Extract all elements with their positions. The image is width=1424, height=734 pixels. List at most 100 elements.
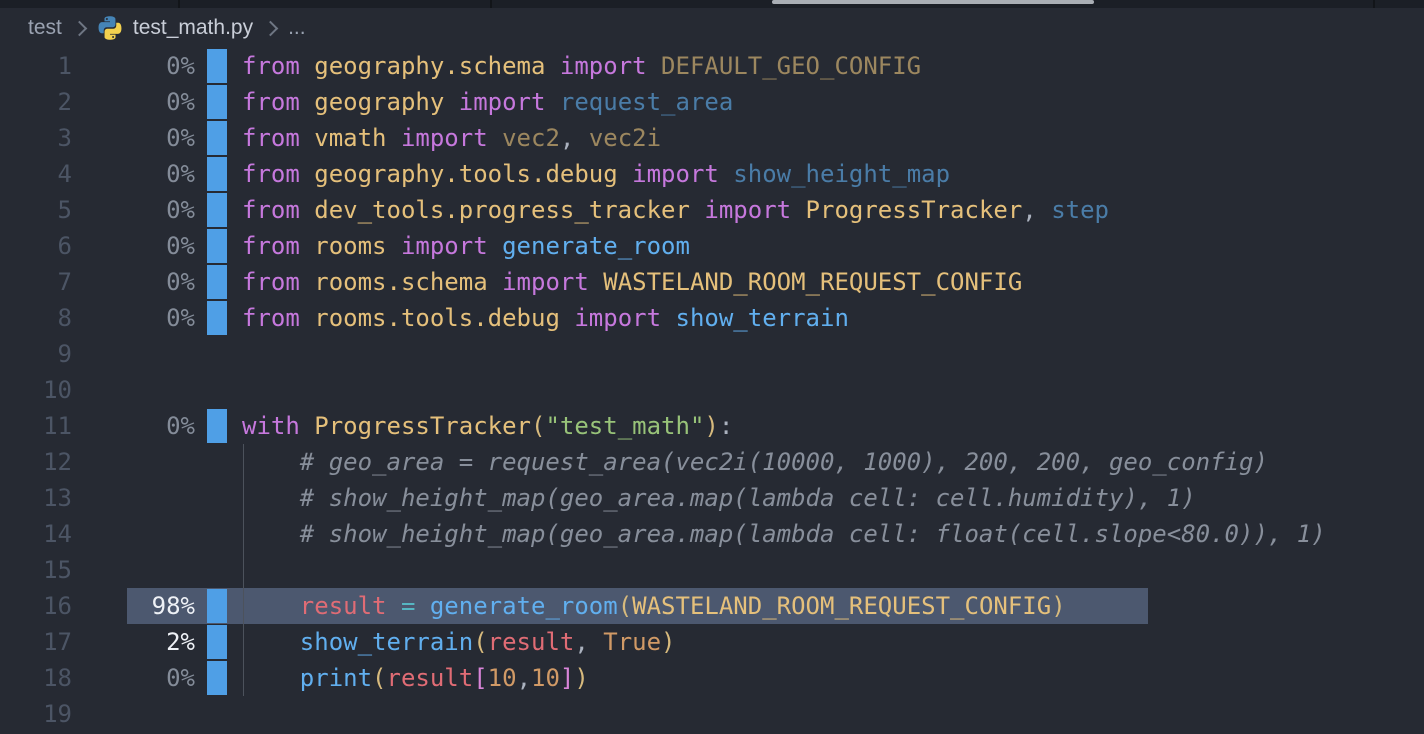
code-token: import [401,232,488,260]
code-line[interactable]: 70%from rooms.schema import WASTELAND_RO… [0,264,1424,300]
gutter-line-number[interactable]: 16 [0,588,72,624]
code-token: import [574,304,661,332]
code-token [242,592,300,620]
code-line[interactable]: 14 # show_height_map(geo_area.map(lambda… [0,516,1424,552]
code-token [300,196,314,224]
gutter-line-number[interactable]: 9 [0,336,72,372]
code-line[interactable]: 30%from vmath import vec2, vec2i [0,120,1424,156]
code-token [300,124,314,152]
code-text: show_terrain(result, True) [242,624,1424,660]
gutter-line-number[interactable]: 12 [0,444,72,480]
code-token: result [387,664,474,692]
gutter-line-number[interactable]: 10 [0,372,72,408]
code-token: import [401,124,488,152]
breadcrumb-file[interactable]: test_math.py [133,16,253,40]
code-token: result [488,628,575,656]
code-token: rooms [314,232,386,260]
code-line[interactable]: 15 [0,552,1424,588]
code-line[interactable]: 180% print(result[10,10]) [0,660,1424,696]
code-token: DEFAULT_GEO_CONFIG [661,52,921,80]
breadcrumb-symbol-ellipsis[interactable]: ... [288,16,306,40]
coverage-bar [207,229,227,263]
code-line[interactable]: 12 # geo_area = request_area(vec2i(10000… [0,444,1424,480]
code-line[interactable]: 40%from geography.tools.debug import sho… [0,156,1424,192]
code-token [545,52,559,80]
coverage-percent: 0% [72,660,195,696]
code-line[interactable]: 10%from geography.schema import DEFAULT_… [0,48,1424,84]
coverage-bar-slot [195,264,242,300]
code-line[interactable]: 50%from dev_tools.progress_tracker impor… [0,192,1424,228]
code-token: ( [473,628,487,656]
coverage-bar-slot [195,300,242,336]
tab-scrollbar-thumb[interactable] [772,0,1094,4]
tab-divider [490,0,492,8]
code-token: 10 [488,664,517,692]
code-line[interactable]: 13 # show_height_map(geo_area.map(lambda… [0,480,1424,516]
code-line[interactable]: 172% show_terrain(result, True) [0,624,1424,660]
code-text [242,372,1424,408]
coverage-bar [207,121,227,155]
code-token: "test_math" [545,412,704,440]
coverage-bar [207,661,227,695]
coverage-bar [207,157,227,191]
code-token [719,160,733,188]
code-line[interactable]: 1698% result = generate_room(WASTELAND_R… [0,588,1424,624]
code-line[interactable]: 20%from geography import request_area [0,84,1424,120]
code-token [242,628,300,656]
breadcrumb-folder[interactable]: test [28,16,62,40]
code-token: with [242,412,300,440]
code-text: from rooms.tools.debug import show_terra… [242,300,1424,336]
gutter-line-number[interactable]: 4 [0,156,72,192]
gutter-line-number[interactable]: 2 [0,84,72,120]
coverage-bar-slot [195,624,242,660]
coverage-percent: 0% [72,192,195,228]
coverage-percent [72,444,195,480]
gutter-line-number[interactable]: 8 [0,300,72,336]
code-token [618,160,632,188]
gutter-line-number[interactable]: 1 [0,48,72,84]
code-line[interactable]: 19 [0,696,1424,732]
tab-divider [1373,0,1375,8]
code-line[interactable]: 60%from rooms import generate_room [0,228,1424,264]
code-line[interactable]: 110%with ProgressTracker("test_math"): [0,408,1424,444]
tab-strip [0,0,1424,8]
gutter-line-number[interactable]: 3 [0,120,72,156]
code-token: True [603,628,661,656]
code-token: , [517,664,531,692]
code-token: show_terrain [300,628,473,656]
coverage-bar-slot [195,696,242,732]
code-token: , [1022,196,1036,224]
code-token [387,124,401,152]
gutter-line-number[interactable]: 13 [0,480,72,516]
gutter-line-number[interactable]: 15 [0,552,72,588]
code-token: # show_height_map(geo_area.map(lambda ce… [300,484,1196,512]
code-text: from geography.schema import DEFAULT_GEO… [242,48,1424,84]
code-token: print [300,664,372,692]
code-token [300,52,314,80]
code-line[interactable]: 10 [0,372,1424,408]
coverage-bar-slot [195,156,242,192]
gutter-line-number[interactable]: 5 [0,192,72,228]
coverage-bar-slot [195,444,242,480]
code-line[interactable]: 80%from rooms.tools.debug import show_te… [0,300,1424,336]
code-line[interactable]: 9 [0,336,1424,372]
gutter-line-number[interactable]: 6 [0,228,72,264]
code-token [574,124,588,152]
gutter-line-number[interactable]: 11 [0,408,72,444]
code-text: result = generate_room(WASTELAND_ROOM_RE… [242,588,1424,624]
code-text: print(result[10,10]) [242,660,1424,696]
code-text: # show_height_map(geo_area.map(lambda ce… [242,480,1424,516]
code-token: generate_room [502,232,690,260]
code-token: step [1051,196,1109,224]
gutter-line-number[interactable]: 7 [0,264,72,300]
gutter-line-number[interactable]: 17 [0,624,72,660]
code-token [242,448,300,476]
gutter-line-number[interactable]: 19 [0,696,72,732]
code-token: import [459,88,546,116]
code-token: import [704,196,791,224]
code-token [791,196,805,224]
code-token: 10 [531,664,560,692]
code-token: WASTELAND_ROOM_REQUEST_CONFIG [632,592,1051,620]
gutter-line-number[interactable]: 18 [0,660,72,696]
gutter-line-number[interactable]: 14 [0,516,72,552]
